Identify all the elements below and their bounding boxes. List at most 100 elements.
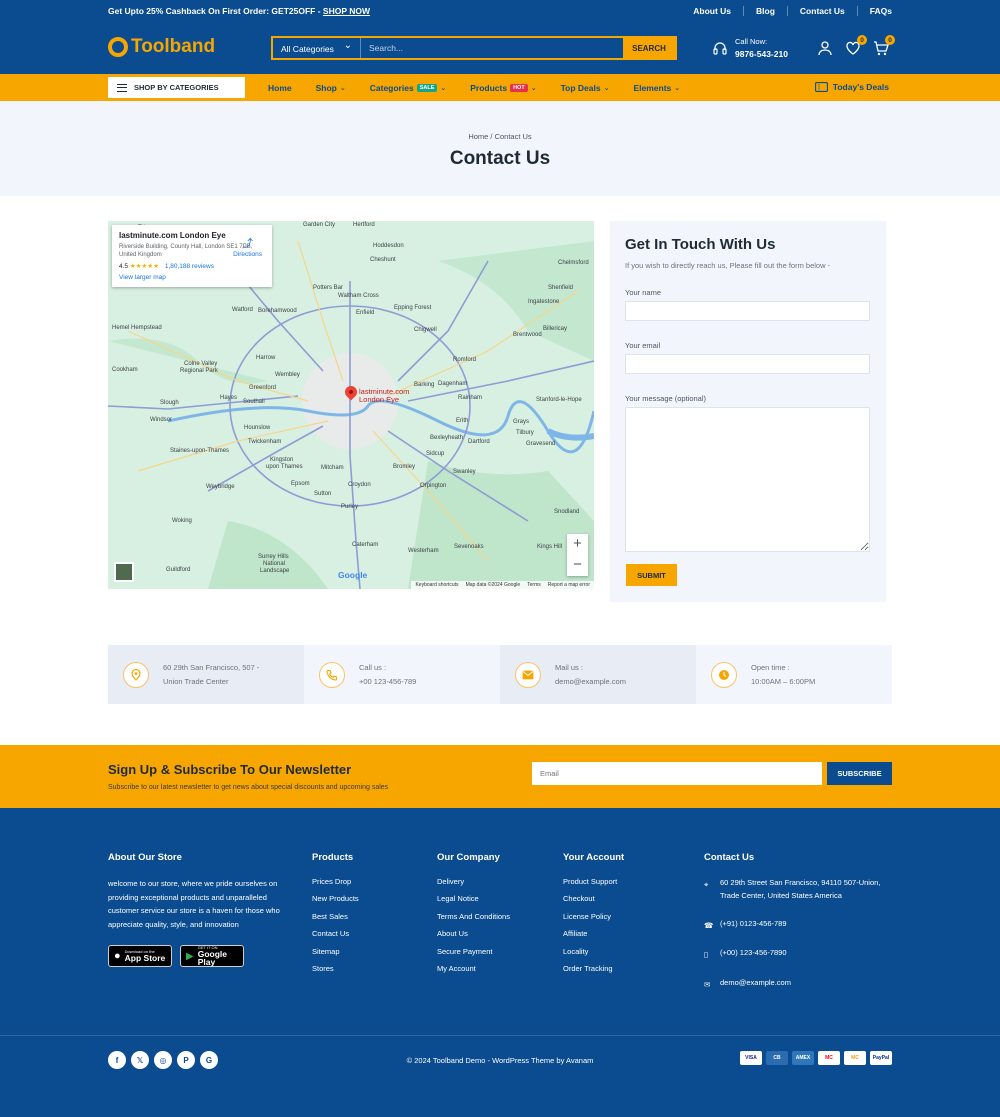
- newsletter-email-input[interactable]: [532, 762, 822, 785]
- svg-text:Brentwood: Brentwood: [513, 332, 542, 338]
- message-field[interactable]: [625, 407, 870, 552]
- chevron-down-icon: ⌄: [339, 85, 346, 92]
- svg-text:Orpington: Orpington: [420, 483, 446, 489]
- top-link-faqs[interactable]: FAQs: [856, 6, 892, 16]
- nav-item-top-deals[interactable]: Top Deals ⌄: [561, 83, 610, 93]
- contact-phone1-text[interactable]: (+91) 0123-456-789: [720, 918, 787, 933]
- subscribe-button[interactable]: SUBSCRIBE: [827, 762, 892, 785]
- google-map[interactable]: TringGarden CityHertford HoddesdonCheshu…: [108, 221, 594, 589]
- footer-link[interactable]: Best Sales: [312, 912, 359, 921]
- submit-button[interactable]: SUBMIT: [626, 564, 677, 586]
- logo[interactable]: Toolband: [108, 36, 215, 58]
- nav-item-elements[interactable]: Elements ⌄: [633, 83, 680, 93]
- footer-link[interactable]: Stores: [312, 964, 359, 973]
- header: Toolband All Categories SEARCH Call Now:…: [0, 22, 1000, 74]
- footer-link[interactable]: Product Support: [563, 877, 624, 886]
- google-play-button[interactable]: ▶ GET IT ON Google Play: [180, 945, 244, 967]
- svg-text:Stanford-le-Hope: Stanford-le-Hope: [536, 397, 582, 403]
- contact-email-text[interactable]: demo@example.com: [720, 977, 791, 992]
- svg-text:Epping Forest: Epping Forest: [394, 305, 432, 311]
- top-link-blog[interactable]: Blog: [743, 6, 787, 16]
- footer-link[interactable]: License Policy: [563, 912, 624, 921]
- svg-text:Croydon: Croydon: [348, 482, 371, 488]
- category-select[interactable]: All Categories: [273, 38, 361, 58]
- svg-text:Waltham Cross: Waltham Cross: [338, 293, 379, 299]
- svg-text:Swanley: Swanley: [453, 469, 476, 475]
- svg-text:Rainham: Rainham: [458, 395, 482, 401]
- zoom-out-button[interactable]: −: [567, 555, 588, 576]
- footer-link[interactable]: Affiliate: [563, 929, 624, 938]
- header-icons: 0 0: [817, 35, 895, 56]
- shop-by-categories-label: SHOP BY CATEGORIES: [134, 83, 219, 92]
- zoom-in-button[interactable]: +: [567, 534, 588, 555]
- svg-text:Enfield: Enfield: [356, 310, 374, 316]
- svg-text:Hounslow: Hounslow: [244, 425, 271, 431]
- directions-icon: ⤴: [242, 238, 254, 250]
- svg-text:Kingston: Kingston: [270, 457, 293, 463]
- top-link-about[interactable]: About Us: [681, 6, 743, 16]
- svg-text:Bromley: Bromley: [393, 464, 415, 470]
- directions-label: Directions: [233, 251, 262, 258]
- newsletter-section: Sign Up & Subscribe To Our Newsletter Su…: [0, 745, 1000, 808]
- satellite-toggle[interactable]: [114, 562, 134, 582]
- search-button[interactable]: SEARCH: [623, 38, 675, 58]
- nav-item-categories[interactable]: Categories SALE ⌄: [370, 83, 446, 93]
- info-line: Call us :: [359, 662, 387, 672]
- call-number: 9876-543-210: [735, 49, 788, 59]
- footer-link[interactable]: New Products: [312, 894, 359, 903]
- terms-link[interactable]: Terms: [527, 582, 541, 588]
- cart-count: 0: [885, 35, 895, 45]
- keyboard-shortcuts-link[interactable]: Keyboard shortcuts: [415, 582, 458, 588]
- directions-button[interactable]: ⤴ Directions: [233, 235, 262, 258]
- footer-link[interactable]: About Us: [437, 929, 510, 938]
- footer-account: Your Account Product Support Checkout Li…: [563, 852, 624, 981]
- view-larger-map-link[interactable]: View larger map: [119, 274, 265, 281]
- footer-link[interactable]: Sitemap: [312, 947, 359, 956]
- shop-now-link[interactable]: SHOP NOW: [323, 6, 370, 16]
- svg-text:Chelmsford: Chelmsford: [558, 260, 589, 266]
- search-bar: All Categories SEARCH: [271, 36, 677, 60]
- chevron-down-icon: ⌄: [530, 85, 537, 92]
- todays-deals-link[interactable]: Today's Deals: [814, 82, 889, 92]
- nav-item-shop[interactable]: Shop ⌄: [316, 83, 346, 93]
- info-line: Mail us :: [555, 662, 583, 672]
- nav-item-products[interactable]: Products HOT ⌄: [470, 83, 536, 93]
- account-icon[interactable]: [817, 40, 833, 56]
- shop-by-categories-button[interactable]: SHOP BY CATEGORIES: [108, 77, 245, 98]
- call-label: Call Now:: [735, 37, 768, 46]
- todays-deals-label: Today's Deals: [832, 82, 889, 92]
- footer-link[interactable]: Prices Drop: [312, 877, 359, 886]
- report-map-error-link[interactable]: Report a map error: [548, 582, 590, 588]
- footer-link[interactable]: Legal Notice: [437, 894, 510, 903]
- name-field[interactable]: [625, 301, 870, 321]
- search-input[interactable]: [361, 38, 623, 58]
- footer-link[interactable]: Delivery: [437, 877, 510, 886]
- cart-icon[interactable]: 0: [873, 35, 895, 56]
- top-link-contact[interactable]: Contact Us: [786, 6, 857, 16]
- footer-link[interactable]: Locality: [563, 947, 624, 956]
- google-logo: Google: [338, 570, 368, 580]
- contact-form: Get In Touch With Us If you wish to dire…: [610, 221, 886, 602]
- contact-phone2-text[interactable]: (+00) 123-456-7890: [720, 947, 787, 962]
- hamburger-icon: [117, 83, 127, 92]
- app-store-button[interactable]: ● Download on the App Store: [108, 945, 172, 967]
- footer-link[interactable]: Checkout: [563, 894, 624, 903]
- nav-label: Elements: [633, 83, 672, 93]
- call-now: Call Now: 9876-543-210: [712, 37, 788, 59]
- svg-text:Staines-upon-Thames: Staines-upon-Thames: [170, 448, 229, 454]
- footer-link[interactable]: Secure Payment: [437, 947, 510, 956]
- svg-text:Tilbury: Tilbury: [516, 430, 534, 436]
- footer-link[interactable]: My Account: [437, 964, 510, 973]
- nav-item-home[interactable]: Home: [268, 83, 292, 93]
- clock-icon: [711, 661, 737, 688]
- reviews-link[interactable]: 1,80,188 reviews: [165, 263, 214, 270]
- wishlist-icon[interactable]: 0: [845, 35, 867, 56]
- wishlist-count: 0: [857, 35, 867, 45]
- footer-link[interactable]: Contact Us: [312, 929, 359, 938]
- gear-icon: [108, 37, 128, 57]
- info-line: 60 29th San Francisco, 507 -: [163, 662, 260, 672]
- footer-link[interactable]: Order Tracking: [563, 964, 624, 973]
- footer-link[interactable]: Terms And Conditions: [437, 912, 510, 921]
- svg-text:Hayes: Hayes: [220, 395, 237, 401]
- email-field[interactable]: [625, 354, 870, 374]
